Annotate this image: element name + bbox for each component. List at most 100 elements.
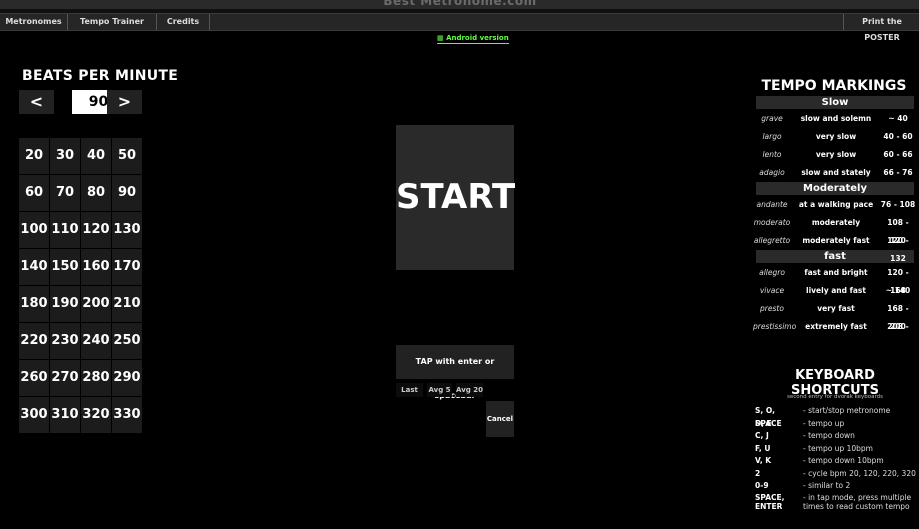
tap-cancel-button[interactable]: Cancel bbox=[486, 401, 514, 437]
tempo-description: extremely fast bbox=[805, 322, 867, 331]
tempo-group-heading: Slow bbox=[756, 96, 914, 109]
site-header-strip: Best Metronome.com bbox=[0, 0, 919, 9]
print-poster-link[interactable]: Print the POSTER bbox=[843, 14, 919, 42]
tap-tempo-button[interactable]: TAP with enter or spacebar bbox=[396, 345, 514, 400]
bpm-preset-button[interactable]: 320 bbox=[81, 397, 111, 433]
bpm-preset-button[interactable]: 180 bbox=[19, 286, 49, 322]
shortcut-action: - tempo down 10bpm bbox=[803, 456, 884, 465]
bpm-title: BEATS PER MINUTE bbox=[22, 68, 179, 84]
tempo-description: moderately fast bbox=[802, 236, 870, 245]
shortcut-key: V, K bbox=[755, 456, 772, 465]
tempo-term: allegretto bbox=[753, 236, 791, 245]
bpm-preset-button[interactable]: 60 bbox=[19, 175, 49, 211]
tempo-description: lively and fast bbox=[806, 286, 866, 295]
tempo-description: very slow bbox=[815, 150, 857, 159]
tempo-row: adagio slow and stately 66 - 76 bbox=[753, 164, 915, 182]
bpm-preset-button[interactable]: 140 bbox=[19, 249, 49, 285]
tempo-range: 66 - 76 bbox=[883, 168, 913, 177]
shortcut-row: V, K - tempo down 10bpm bbox=[753, 455, 919, 468]
bpm-preset-button[interactable]: 80 bbox=[81, 175, 111, 211]
bpm-preset-button[interactable]: 70 bbox=[50, 175, 80, 211]
menu-tempo-trainer[interactable]: Tempo Trainer bbox=[68, 14, 157, 30]
tempo-description: fast and bright bbox=[804, 268, 868, 277]
bpm-preset-button[interactable]: 300 bbox=[19, 397, 49, 433]
shortcut-action: - tempo up bbox=[803, 418, 845, 428]
bpm-preset-button[interactable]: 230 bbox=[50, 323, 80, 359]
bpm-preset-button[interactable]: 90 bbox=[112, 175, 142, 211]
keyboard-shortcuts-table: S, O, SPACE - start/stop metronome D, E - t… bbox=[753, 405, 919, 515]
bpm-preset-button[interactable]: 130 bbox=[112, 212, 142, 248]
tempo-term: presto bbox=[760, 304, 784, 313]
bpm-preset-button[interactable]: 290 bbox=[112, 360, 142, 396]
shortcut-action: - in tap mode, press multiple times to r… bbox=[803, 492, 912, 511]
shortcut-action: - similar to 2 bbox=[803, 481, 851, 490]
start-button[interactable]: START bbox=[396, 125, 515, 270]
tempo-range: ~ 140 bbox=[885, 286, 911, 295]
tempo-range: 76 - 108 bbox=[880, 200, 916, 209]
menu-bar: Metronomes Tempo Trainer Credits Print t… bbox=[0, 13, 919, 42]
tempo-range: 120 - 132 bbox=[887, 236, 909, 263]
bpm-preset-button[interactable]: 100 bbox=[19, 212, 49, 248]
tempo-row: prestissimo extremely fast 208 - bbox=[753, 318, 915, 336]
site-title: Best Metronome.com bbox=[383, 0, 537, 8]
tempo-markings-table: Slow grave slow and solemn ~ 40 largo very sl… bbox=[753, 96, 915, 336]
bpm-preset-button[interactable]: 20 bbox=[19, 138, 49, 174]
bpm-decrement-button[interactable]: < bbox=[19, 90, 54, 114]
shortcut-key: 0-9 bbox=[755, 481, 769, 490]
tempo-markings-title: TEMPO MARKINGS bbox=[761, 78, 907, 94]
shortcut-row: 0-9 - similar to 2 bbox=[753, 480, 919, 493]
bpm-increment-button[interactable]: > bbox=[107, 90, 142, 114]
shortcut-action: - tempo down bbox=[803, 431, 855, 440]
bpm-preset-button[interactable]: 160 bbox=[81, 249, 111, 285]
tempo-row: lento very slow 60 - 66 bbox=[753, 146, 915, 164]
bpm-preset-button[interactable]: 170 bbox=[112, 249, 142, 285]
shortcut-key: 2 bbox=[755, 468, 761, 478]
tempo-range: 208 - bbox=[887, 322, 909, 331]
tempo-description: very slow bbox=[815, 132, 857, 141]
bpm-preset-button[interactable]: 30 bbox=[50, 138, 80, 174]
tempo-row: allegretto moderately fast 120 - 132 bbox=[753, 232, 915, 263]
bpm-preset-button[interactable]: 190 bbox=[50, 286, 80, 322]
shortcut-key: C, J bbox=[755, 431, 769, 440]
tempo-description: slow and solemn bbox=[800, 114, 872, 123]
bpm-preset-button[interactable]: 270 bbox=[50, 360, 80, 396]
tempo-row: vivace lively and fast ~ 140 bbox=[753, 282, 915, 300]
tempo-row: allegro fast and bright 120 - 168 bbox=[753, 264, 915, 295]
bpm-preset-button[interactable]: 50 bbox=[112, 138, 142, 174]
tempo-term: grave bbox=[761, 114, 783, 123]
bpm-preset-button[interactable]: 280 bbox=[81, 360, 111, 396]
bpm-preset-button[interactable]: 200 bbox=[81, 286, 111, 322]
bpm-preset-button[interactable]: 240 bbox=[81, 323, 111, 359]
tempo-range: 60 - 66 bbox=[883, 150, 913, 159]
bpm-preset-button[interactable]: 220 bbox=[19, 323, 49, 359]
shortcut-key: D, E bbox=[755, 418, 772, 428]
bpm-preset-grid: 20 30 40 50 60 70 80 90 100 110 120 130 140 150 160 170… bbox=[19, 138, 142, 436]
top-bar: Best Metronome.com Metronomes Tempo Trai… bbox=[0, 0, 919, 42]
android-version-label: Android version bbox=[446, 34, 509, 42]
bpm-preset-button[interactable]: 120 bbox=[81, 212, 111, 248]
tempo-term: vivace bbox=[759, 286, 785, 295]
bpm-preset-button[interactable]: 310 bbox=[50, 397, 80, 433]
android-version-link[interactable]: ▦ Android version bbox=[437, 34, 509, 44]
bpm-preset-button[interactable]: 250 bbox=[112, 323, 142, 359]
tempo-range: 40 - 60 bbox=[883, 132, 913, 141]
tap-last: Last bbox=[396, 383, 423, 397]
shortcut-key: SPACE, ENTER bbox=[755, 492, 785, 511]
bpm-preset-button[interactable]: 110 bbox=[50, 212, 80, 248]
shortcut-row: D, E - tempo up bbox=[753, 418, 919, 431]
tap-avg20: Avg 20 bbox=[456, 383, 483, 397]
bpm-preset-button[interactable]: 150 bbox=[50, 249, 80, 285]
bpm-preset-button[interactable]: 40 bbox=[81, 138, 111, 174]
bpm-preset-button[interactable]: 260 bbox=[19, 360, 49, 396]
tempo-row: largo very slow 40 - 60 bbox=[753, 128, 915, 146]
tempo-range: ~ 40 bbox=[888, 114, 908, 123]
menu-metronomes[interactable]: Metronomes bbox=[0, 14, 68, 30]
bpm-preset-button[interactable]: 210 bbox=[112, 286, 142, 322]
bpm-preset-button[interactable]: 330 bbox=[112, 397, 142, 433]
tempo-term: prestissimo bbox=[753, 322, 797, 331]
tempo-term: allegro bbox=[759, 268, 785, 277]
shortcut-action: - cycle bpm 20, 120, 220, 320 bbox=[803, 468, 916, 478]
tempo-term: moderato bbox=[753, 218, 791, 227]
tempo-term: andante bbox=[756, 200, 788, 209]
menu-credits[interactable]: Credits bbox=[157, 14, 210, 30]
